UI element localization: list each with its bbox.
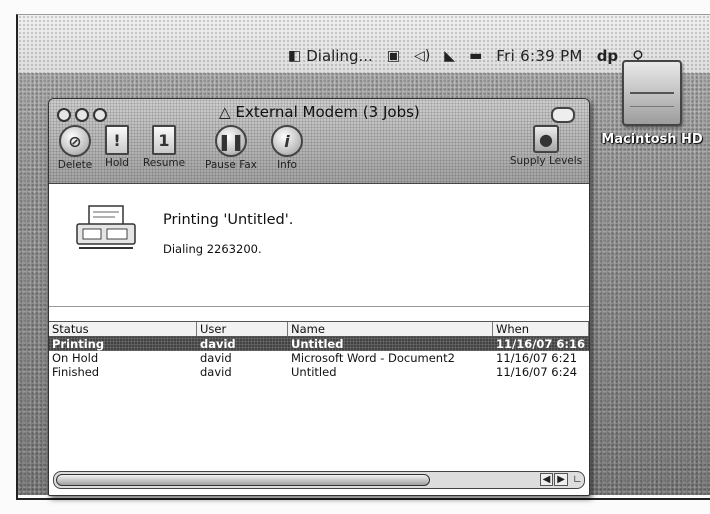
table-row[interactable]: Finished david Untitled 11/16/07 6:24 <box>49 365 589 379</box>
fax-status-menu[interactable]: ◧ Dialing... <box>288 47 373 65</box>
hold-icon: ! <box>105 125 129 155</box>
supply-levels-button[interactable]: ● Supply Levels <box>507 125 585 167</box>
job-name: Untitled <box>291 337 344 351</box>
scroll-right-arrow-icon[interactable]: ▶ <box>554 473 568 486</box>
fax-machine-icon <box>76 205 136 249</box>
disk-label: Macintosh HD <box>601 132 703 147</box>
hold-button[interactable]: ! Hold <box>99 125 135 169</box>
printer-queue-window: △ External Modem (3 Jobs) ⊘ Delete ! Hol… <box>48 98 590 496</box>
pause-fax-button[interactable]: ❚❚ Pause Fax <box>199 125 263 171</box>
current-job-detail: Dialing 2263200. <box>163 242 262 256</box>
info-icon: i <box>271 125 303 157</box>
fax-icon: ◧ <box>288 48 302 64</box>
minimize-button[interactable] <box>75 108 89 122</box>
job-status: On Hold <box>52 351 99 365</box>
job-name: Untitled <box>291 365 337 379</box>
window-toolbar: △ External Modem (3 Jobs) ⊘ Delete ! Hol… <box>49 99 589 184</box>
job-name: Microsoft Word - Document2 <box>291 351 455 365</box>
info-button[interactable]: i Info <box>269 125 305 171</box>
delete-button[interactable]: ⊘ Delete <box>55 125 95 171</box>
pause-fax-label: Pause Fax <box>205 159 257 171</box>
job-when: 11/16/07 6:21 <box>496 351 578 365</box>
printer-icon: △ <box>219 103 231 121</box>
horizontal-scrollbar[interactable]: ◀ ▶ ∟ <box>53 471 585 489</box>
supply-levels-icon: ● <box>533 125 559 153</box>
job-status: Printing <box>52 337 105 351</box>
clock-menu[interactable]: Fri 6:39 PM <box>496 47 582 65</box>
column-header-user[interactable]: User <box>197 322 288 336</box>
info-label: Info <box>277 159 297 171</box>
supply-levels-label: Supply Levels <box>509 155 583 167</box>
resume-icon: 1 <box>152 125 176 155</box>
volume-icon: ◁) <box>414 48 431 64</box>
pause-icon: ❚❚ <box>215 125 247 157</box>
display-icon: ▣ <box>386 48 401 64</box>
resize-grip-icon[interactable]: ∟ <box>573 473 582 486</box>
current-job-title: Printing 'Untitled'. <box>163 212 294 228</box>
close-button[interactable] <box>57 108 71 122</box>
job-user: david <box>200 337 236 351</box>
fax-status-text: Dialing... <box>306 47 373 65</box>
battery-menu[interactable]: ▬ <box>469 48 482 64</box>
hard-disk-icon <box>622 60 682 126</box>
column-header-name[interactable]: Name <box>288 322 493 336</box>
resume-button[interactable]: 1 Resume <box>139 125 189 169</box>
job-when: 11/16/07 6:16 <box>496 337 586 351</box>
hold-label: Hold <box>105 157 129 169</box>
display-menu[interactable]: ▣ <box>387 48 400 64</box>
job-list-table: Status User Name When Printing david Unt… <box>49 321 589 379</box>
table-row[interactable]: On Hold david Microsoft Word - Document2… <box>49 351 589 365</box>
current-job-panel: Printing 'Untitled'. Dialing 2263200. <box>49 184 589 306</box>
zoom-button[interactable] <box>93 108 107 122</box>
resume-label: Resume <box>142 157 186 169</box>
macintosh-hd-disk[interactable]: Macintosh HD <box>600 60 704 147</box>
scrollbar-thumb[interactable] <box>56 474 430 486</box>
job-user: david <box>200 351 232 365</box>
column-header-status[interactable]: Status <box>49 322 197 336</box>
delete-label: Delete <box>57 159 93 171</box>
job-user: david <box>200 365 232 379</box>
column-header-when[interactable]: When <box>493 322 589 336</box>
delete-icon: ⊘ <box>59 125 91 157</box>
table-row[interactable]: Printing david Untitled 11/16/07 6:16 <box>49 337 589 351</box>
job-when: 11/16/07 6:24 <box>496 365 578 379</box>
battery-icon: ▬ <box>469 48 483 64</box>
volume-menu[interactable]: ◁) <box>414 48 430 64</box>
table-header: Status User Name When <box>49 321 589 337</box>
toolbar-toggle-button[interactable] <box>551 107 575 123</box>
job-status: Finished <box>52 365 100 379</box>
scroll-arrows: ◀ ▶ <box>539 473 568 486</box>
airport-menu[interactable]: ◣ <box>444 48 455 64</box>
window-title: △ External Modem (3 Jobs) <box>219 103 479 121</box>
divider <box>49 306 589 307</box>
wifi-icon: ◣ <box>444 48 456 64</box>
window-title-text: External Modem (3 Jobs) <box>235 103 420 121</box>
window-controls <box>57 108 107 122</box>
scroll-left-arrow-icon[interactable]: ◀ <box>539 473 554 486</box>
